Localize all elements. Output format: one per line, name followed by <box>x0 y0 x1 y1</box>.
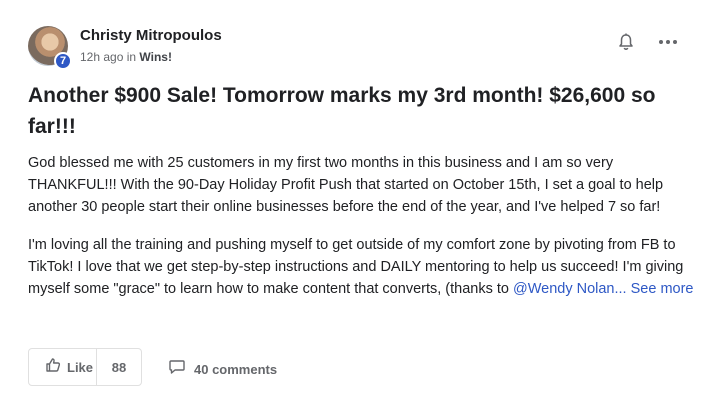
post-time: 12h ago in <box>80 50 140 64</box>
avatar[interactable]: 7 <box>28 26 72 70</box>
more-horizontal-icon[interactable] <box>656 32 680 52</box>
action-bar: Like 88 40 comments <box>28 348 692 388</box>
post-paragraph-1: God blessed me with 25 customers in my f… <box>28 155 664 215</box>
comments-button[interactable]: 40 comments <box>168 358 277 381</box>
comments-label: 40 comments <box>194 362 278 377</box>
like-label: Like <box>67 359 94 375</box>
like-count[interactable]: 88 <box>97 360 141 375</box>
post-header: 7 Christy Mitropoulos 12h ago in Wins! <box>28 24 692 70</box>
thumbs-up-icon <box>45 357 61 378</box>
comment-icon <box>168 358 186 381</box>
post-meta: 12h ago in Wins! <box>80 50 172 64</box>
mention-link[interactable]: @Wendy Nolan <box>513 281 615 297</box>
post-title: Another $900 Sale! Tomorrow marks my 3rd… <box>28 84 656 138</box>
post-paragraph-2: I'm loving all the training and pushing … <box>28 234 698 300</box>
category-link[interactable]: Wins! <box>139 50 172 64</box>
like-group: Like 88 <box>28 348 142 386</box>
bell-icon[interactable] <box>616 32 636 52</box>
author-name[interactable]: Christy Mitropoulos <box>80 27 222 44</box>
level-badge: 7 <box>54 52 72 70</box>
like-button[interactable]: Like <box>29 349 97 385</box>
see-more-link[interactable]: ... See more <box>615 281 694 297</box>
